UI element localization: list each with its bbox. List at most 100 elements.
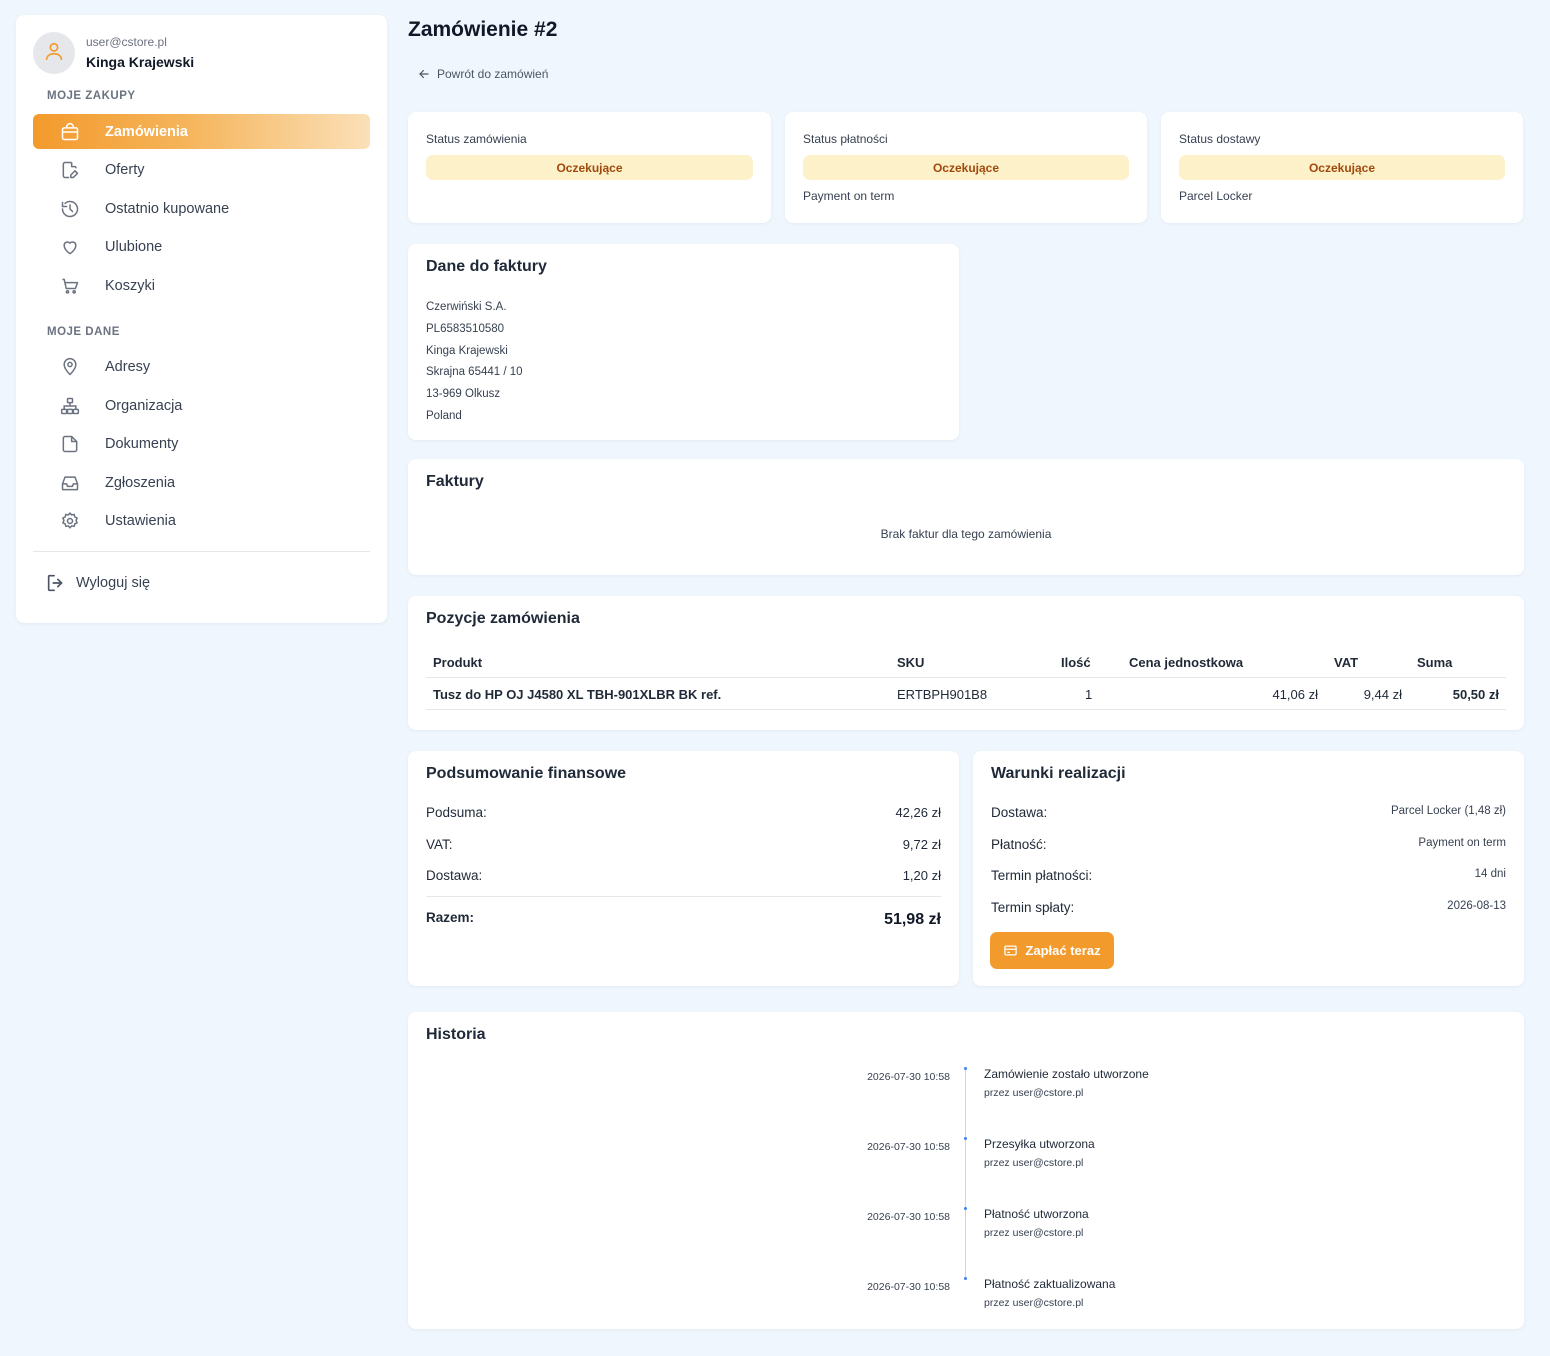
condition-value: Payment on term bbox=[1418, 837, 1506, 849]
arrow-left-icon bbox=[417, 67, 431, 81]
card-title: Pozycje zamówienia bbox=[426, 610, 580, 627]
table-header-row: Produkt SKU Ilość Cena jednostkowa VAT S… bbox=[426, 646, 1506, 678]
order-items-card: Pozycje zamówienia Produkt SKU Ilość Cen… bbox=[408, 596, 1524, 730]
condition-value: Parcel Locker (1,48 zł) bbox=[1390, 805, 1506, 817]
delivery-status-card: Status dostawy Oczekujące Parcel Locker bbox=[1161, 112, 1523, 223]
history-item: 2026-07-30 10:58 Płatność zaktualizowana… bbox=[408, 1277, 1524, 1337]
avatar bbox=[33, 32, 75, 74]
history-item: 2026-07-30 10:58 Płatność utworzona prze… bbox=[408, 1207, 1524, 1267]
card-title: Warunki realizacji bbox=[991, 765, 1126, 782]
invoice-line: Skrajna 65441 / 10 bbox=[426, 366, 523, 379]
user-icon bbox=[43, 40, 65, 67]
timeline-dot bbox=[964, 1207, 967, 1210]
invoice-line: Czerwiński S.A. bbox=[426, 301, 507, 313]
user-email: user@cstore.pl bbox=[86, 35, 167, 49]
map-pin-icon bbox=[59, 356, 81, 378]
heart-icon bbox=[59, 236, 81, 258]
cell-product: Tusz do HP OJ J4580 XL TBH-901XLBR BK re… bbox=[433, 687, 722, 702]
sidebar-item-addresses[interactable]: Adresy bbox=[33, 349, 370, 384]
summary-label: VAT: bbox=[426, 837, 453, 852]
order-status-card: Status zamówienia Oczekujące bbox=[408, 112, 771, 223]
invoice-data-card: Dane do faktury Czerwiński S.A. PL658351… bbox=[408, 244, 959, 440]
history-date: 2026-07-30 10:58 bbox=[867, 1141, 950, 1153]
section-label-purchases: MOJE ZAKUPY bbox=[47, 90, 136, 102]
status-subtext: Parcel Locker bbox=[1179, 189, 1253, 203]
sidebar: user@cstore.pl Kinga Krajewski MOJE ZAKU… bbox=[16, 15, 387, 623]
invoice-line: PL6583510580 bbox=[426, 322, 505, 335]
history-icon bbox=[59, 198, 81, 220]
total-value: 51,98 zł bbox=[884, 911, 941, 928]
logout-label: Wyloguj się bbox=[76, 575, 151, 591]
column-header: Cena jednostkowa bbox=[1129, 655, 1244, 670]
column-header: Suma bbox=[1417, 655, 1453, 670]
file-edit-icon bbox=[59, 159, 81, 181]
condition-value: 2026-08-13 bbox=[1447, 900, 1506, 912]
condition-label: Płatność: bbox=[991, 837, 1047, 852]
cell-total: 50,50 zł bbox=[1452, 687, 1499, 702]
condition-value: 14 dni bbox=[1474, 868, 1506, 880]
status-label: Status dostawy bbox=[1179, 132, 1261, 146]
history-title: Zamówienie zostało utworzone bbox=[984, 1067, 1149, 1081]
gear-icon bbox=[59, 510, 81, 532]
condition-label: Termin spłaty: bbox=[991, 900, 1075, 915]
sidebar-item-organization[interactable]: Organizacja bbox=[33, 388, 370, 423]
user-profile: user@cstore.pl Kinga Krajewski bbox=[33, 32, 194, 74]
section-label-data: MOJE DANE bbox=[47, 326, 120, 338]
sidebar-item-label: Oferty bbox=[105, 161, 145, 178]
invoice-line: Kinga Krajewski bbox=[426, 344, 508, 357]
sidebar-item-label: Organizacja bbox=[105, 397, 183, 414]
back-to-orders-link[interactable]: Powrót do zamówień bbox=[417, 67, 548, 81]
status-label: Status zamówienia bbox=[426, 132, 527, 146]
invoice-line: Poland bbox=[426, 409, 462, 422]
summary-row-subtotal: Podsuma: 42,26 zł bbox=[426, 805, 941, 820]
condition-row-delivery: Dostawa: Parcel Locker (1,48 zł) bbox=[991, 805, 1506, 820]
pay-now-label: Zapłać teraz bbox=[1025, 943, 1101, 958]
timeline-dot bbox=[964, 1137, 967, 1140]
org-chart-icon bbox=[59, 395, 81, 417]
logout-icon bbox=[45, 572, 67, 594]
sidebar-item-label: Ulubione bbox=[105, 238, 163, 255]
credit-card-icon bbox=[1003, 943, 1018, 958]
invoice-line: 13-969 Olkusz bbox=[426, 388, 501, 401]
column-header: Produkt bbox=[433, 655, 483, 670]
pay-now-button[interactable]: Zapłać teraz bbox=[990, 932, 1114, 969]
table-row: Tusz do HP OJ J4580 XL TBH-901XLBR BK re… bbox=[426, 678, 1506, 710]
cell-qty: 1 bbox=[1085, 687, 1093, 702]
card-title: Dane do faktury bbox=[426, 258, 547, 275]
sidebar-item-recent[interactable]: Ostatnio kupowane bbox=[33, 191, 370, 226]
card-title: Faktury bbox=[426, 473, 484, 490]
sidebar-item-orders[interactable]: Zamówienia bbox=[33, 114, 370, 149]
invoices-card: Faktury Brak faktur dla tego zamówienia bbox=[408, 459, 1524, 575]
history-date: 2026-07-30 10:58 bbox=[867, 1071, 950, 1083]
sidebar-item-settings[interactable]: Ustawienia bbox=[33, 503, 370, 538]
column-header: SKU bbox=[897, 655, 925, 670]
sidebar-item-tickets[interactable]: Zgłoszenia bbox=[33, 465, 370, 500]
history-author: przez user@cstore.pl bbox=[984, 1227, 1084, 1239]
sidebar-item-offers[interactable]: Oferty bbox=[33, 152, 370, 187]
status-badge: Oczekujące bbox=[803, 155, 1129, 180]
history-title: Płatność utworzona bbox=[984, 1207, 1089, 1221]
history-author: przez user@cstore.pl bbox=[984, 1087, 1084, 1099]
condition-row-payment-term: Termin płatności: 14 dni bbox=[991, 868, 1506, 883]
history-item: 2026-07-30 10:58 Przesyłka utworzona prz… bbox=[408, 1137, 1524, 1197]
logout-button[interactable]: Wyloguj się bbox=[45, 572, 150, 594]
condition-row-payment: Płatność: Payment on term bbox=[991, 837, 1506, 852]
order-items-table: Produkt SKU Ilość Cena jednostkowa VAT S… bbox=[426, 646, 1506, 710]
sidebar-item-label: Koszyki bbox=[105, 277, 155, 294]
card-title: Historia bbox=[426, 1026, 486, 1043]
status-subtext: Payment on term bbox=[803, 189, 895, 203]
history-author: przez user@cstore.pl bbox=[984, 1297, 1084, 1309]
user-name: Kinga Krajewski bbox=[86, 54, 195, 70]
cell-vat: 9,44 zł bbox=[1363, 687, 1402, 702]
sidebar-item-carts[interactable]: Koszyki bbox=[33, 268, 370, 303]
cell-unit-price: 41,06 zł bbox=[1272, 687, 1318, 702]
card-title: Podsumowanie finansowe bbox=[426, 765, 627, 782]
sidebar-item-documents[interactable]: Dokumenty bbox=[33, 426, 370, 461]
condition-label: Termin płatności: bbox=[991, 868, 1093, 883]
sidebar-item-favorites[interactable]: Ulubione bbox=[33, 229, 370, 264]
total-label: Razem: bbox=[426, 910, 475, 925]
summary-value: 9,72 zł bbox=[902, 837, 941, 852]
history-author: przez user@cstore.pl bbox=[984, 1157, 1084, 1169]
summary-label: Podsuma: bbox=[426, 805, 487, 820]
sidebar-item-label: Zamówienia bbox=[105, 123, 188, 140]
